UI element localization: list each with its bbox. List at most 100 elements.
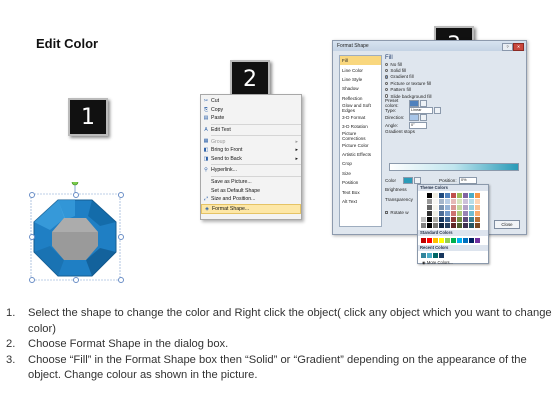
nav-item-fill[interactable]: Fill <box>340 56 381 66</box>
color-swatch[interactable] <box>439 193 444 198</box>
color-swatch[interactable] <box>427 199 432 204</box>
menu-item-set-default-shape[interactable]: Set as Default Shape <box>201 186 301 195</box>
nav-item-alt-text[interactable]: Alt Text <box>340 197 381 206</box>
color-swatch[interactable] <box>475 223 480 228</box>
color-swatch[interactable] <box>463 193 468 198</box>
more-colors-link[interactable]: ◉ More Colors... <box>418 260 488 265</box>
color-swatch[interactable] <box>427 217 432 222</box>
color-swatch[interactable] <box>469 211 474 216</box>
color-swatch[interactable] <box>475 199 480 204</box>
color-swatch[interactable] <box>433 223 438 228</box>
color-swatch[interactable] <box>475 211 480 216</box>
color-swatch[interactable] <box>457 238 462 243</box>
color-swatch[interactable] <box>421 223 426 228</box>
color-swatch[interactable] <box>469 217 474 222</box>
color-swatch[interactable] <box>427 193 432 198</box>
color-swatch[interactable] <box>475 238 480 243</box>
nav-item-text-box[interactable]: Text Box <box>340 187 381 196</box>
color-swatch[interactable] <box>475 193 480 198</box>
color-swatch[interactable] <box>433 199 438 204</box>
nav-item-3d-rotation[interactable]: 3-D Rotation <box>340 122 381 131</box>
direction-dropdown[interactable] <box>409 114 419 122</box>
nav-item-position[interactable]: Position <box>340 178 381 187</box>
color-swatch[interactable] <box>463 217 468 222</box>
menu-item-cut[interactable]: ✂ Cut <box>201 97 301 106</box>
color-swatch[interactable] <box>457 223 462 228</box>
color-swatch[interactable] <box>427 223 432 228</box>
color-swatch[interactable] <box>457 211 462 216</box>
nav-item-crop[interactable]: Crop <box>340 159 381 168</box>
color-swatch[interactable] <box>439 199 444 204</box>
nav-item-line-style[interactable]: Line Style <box>340 75 381 84</box>
color-swatch[interactable] <box>469 205 474 210</box>
resize-handle-se[interactable] <box>118 277 124 283</box>
color-swatch[interactable] <box>469 238 474 243</box>
color-swatch[interactable] <box>451 205 456 210</box>
color-swatch[interactable] <box>445 211 450 216</box>
color-swatch[interactable] <box>433 205 438 210</box>
color-swatch[interactable] <box>475 217 480 222</box>
menu-item-edit-text[interactable]: A Edit Text <box>201 126 301 135</box>
color-swatch[interactable] <box>427 253 432 258</box>
color-swatch[interactable] <box>463 199 468 204</box>
color-swatch[interactable] <box>445 199 450 204</box>
menu-item-paste[interactable]: ▤ Paste <box>201 114 301 123</box>
nav-item-size[interactable]: Size <box>340 169 381 178</box>
color-swatch[interactable] <box>427 211 432 216</box>
color-swatch[interactable] <box>433 217 438 222</box>
color-swatch[interactable] <box>427 205 432 210</box>
color-swatch[interactable] <box>457 193 462 198</box>
color-swatch[interactable] <box>475 205 480 210</box>
nav-item-artistic-effects[interactable]: Artistic Effects <box>340 150 381 159</box>
angle-input[interactable]: 0° <box>409 121 427 129</box>
menu-item-copy[interactable]: ⎘ Copy <box>201 106 301 115</box>
resize-handle-sw[interactable] <box>29 277 35 283</box>
dropdown-arrow-icon[interactable] <box>420 99 427 107</box>
resize-handle-s[interactable] <box>73 277 79 283</box>
color-swatch[interactable] <box>439 223 444 228</box>
dropdown-arrow-icon[interactable] <box>420 114 427 122</box>
gradient-stops-slider[interactable] <box>389 163 519 171</box>
color-swatch[interactable] <box>451 223 456 228</box>
selected-shape[interactable] <box>28 178 126 283</box>
resize-handle-ne[interactable] <box>118 192 124 198</box>
color-swatch[interactable] <box>421 205 426 210</box>
nav-item-picture-color[interactable]: Picture Color <box>340 141 381 150</box>
nav-item-reflection[interactable]: Reflection <box>340 94 381 103</box>
color-swatch[interactable] <box>451 193 456 198</box>
color-swatch[interactable] <box>451 211 456 216</box>
resize-handle-w[interactable] <box>29 234 35 240</box>
menu-item-save-as-picture[interactable]: Save as Picture... <box>201 178 301 187</box>
color-swatch[interactable] <box>439 253 444 258</box>
menu-item-bring-to-front[interactable]: ◧ Bring to Front ▸ <box>201 146 301 155</box>
close-button[interactable]: Close <box>494 220 520 229</box>
dropdown-arrow-icon[interactable] <box>434 106 441 114</box>
color-swatch[interactable] <box>457 199 462 204</box>
color-swatch[interactable] <box>439 238 444 243</box>
color-swatch[interactable] <box>439 211 444 216</box>
menu-item-hyperlink[interactable]: ⚲ Hyperlink... <box>201 166 301 175</box>
menu-item-group[interactable]: ▦ Group ▸ <box>201 137 301 146</box>
nav-item-picture-corrections[interactable]: Picture Corrections <box>340 131 381 141</box>
nav-item-glow[interactable]: Glow and Soft Edges <box>340 103 381 113</box>
color-swatch[interactable] <box>463 223 468 228</box>
color-swatch[interactable] <box>463 238 468 243</box>
nav-item-line-color[interactable]: Line Color <box>340 65 381 74</box>
color-swatch[interactable] <box>457 205 462 210</box>
color-swatch[interactable] <box>433 193 438 198</box>
resize-handle-nw[interactable] <box>29 192 35 198</box>
color-swatch[interactable] <box>421 193 426 198</box>
resize-handle-n[interactable] <box>73 192 79 198</box>
close-window-button[interactable]: ✕ <box>513 43 524 51</box>
color-swatch[interactable] <box>451 217 456 222</box>
type-select[interactable]: Linear <box>409 106 433 114</box>
menu-item-size-and-position[interactable]: ⤢ Size and Position... <box>201 195 301 204</box>
menu-item-send-to-back[interactable]: ◨ Send to Back ▸ <box>201 155 301 164</box>
color-swatch[interactable] <box>421 253 426 258</box>
menu-item-format-shape[interactable]: ◈ Format Shape... <box>201 203 301 215</box>
color-swatch[interactable] <box>421 238 426 243</box>
color-swatch[interactable] <box>445 205 450 210</box>
color-swatch[interactable] <box>445 223 450 228</box>
color-swatch[interactable] <box>469 193 474 198</box>
color-swatch[interactable] <box>445 217 450 222</box>
